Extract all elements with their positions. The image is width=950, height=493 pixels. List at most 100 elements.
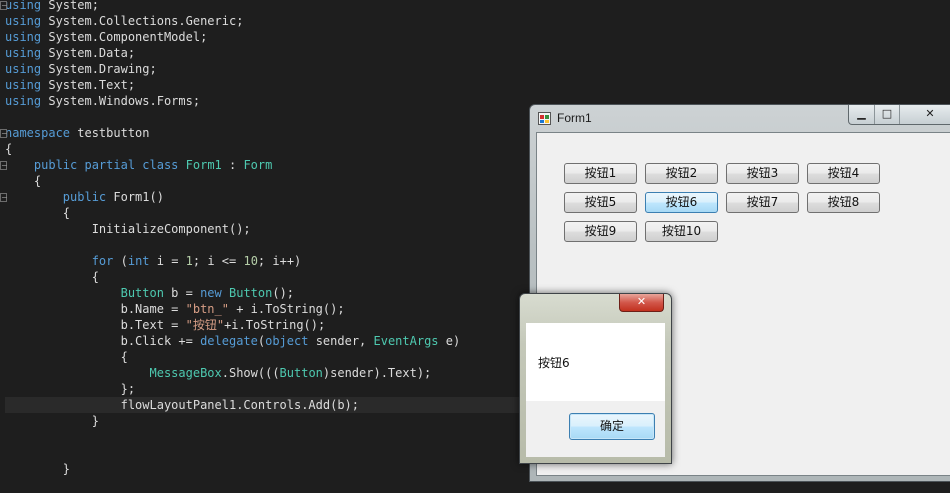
code-token: b = — [163, 286, 201, 300]
indent-guide — [5, 462, 63, 476]
dynamic-button[interactable]: 按钮8 — [807, 192, 880, 213]
code-token: { — [91, 270, 99, 284]
code-token: using — [5, 94, 42, 108]
message-box[interactable]: ✕ 按钮6 确定 — [519, 293, 672, 464]
indent-guide — [5, 270, 92, 284]
code-token: namespace — [5, 126, 71, 140]
dynamic-button[interactable]: 按钮3 — [726, 163, 799, 184]
dynamic-button[interactable]: 按钮5 — [564, 192, 637, 213]
code-token: System.Windows.Forms; — [41, 94, 201, 108]
code-line: public partial class Form1 : Form — [5, 157, 272, 173]
code-token: testbutton — [70, 126, 150, 140]
code-token: public partial class — [33, 158, 179, 172]
code-token: e) — [438, 334, 461, 348]
code-token: b.Click += — [120, 334, 201, 348]
maximize-button[interactable]: □ — [875, 105, 900, 124]
indent-guide — [5, 222, 92, 236]
code-token: using — [5, 46, 42, 60]
close-icon: ✕ — [925, 107, 935, 120]
fold-toggle-icon[interactable]: − — [0, 193, 8, 202]
indent-guide — [5, 286, 121, 300]
code-token: } — [91, 414, 99, 428]
minimize-button[interactable]: ▁ — [849, 105, 875, 124]
indent-guide — [5, 414, 92, 428]
form1-titlebar[interactable]: Form1 ▁ □ ✕ — [530, 105, 950, 133]
indent-guide — [5, 190, 63, 204]
caption-buttons: ▁ □ ✕ — [848, 105, 950, 125]
code-token: InitializeComponent(); — [91, 222, 251, 236]
code-line: namespace testbutton — [5, 125, 150, 141]
fold-toggle-icon[interactable]: − — [0, 161, 8, 170]
code-token: Form1() — [106, 190, 164, 204]
code-line: using System.Data; — [5, 45, 135, 61]
indent-guide — [5, 158, 34, 172]
message-close-button[interactable]: ✕ — [619, 294, 664, 312]
code-token: ; i++) — [257, 254, 302, 268]
code-token: MessageBox — [149, 366, 222, 380]
message-text: 按钮6 — [538, 356, 570, 370]
code-token: b.Text = — [120, 318, 186, 332]
code-line: using System.ComponentModel; — [5, 29, 207, 45]
fold-toggle-icon[interactable]: − — [0, 129, 8, 138]
code-line: using System.Windows.Forms; — [5, 93, 200, 109]
code-line: using System.Collections.Generic; — [5, 13, 243, 29]
code-line: }; — [5, 381, 135, 397]
code-token: i = — [149, 254, 186, 268]
code-line: b.Name = "btn_" + i.ToString(); — [5, 301, 345, 317]
dynamic-button[interactable]: 按钮10 — [645, 221, 718, 242]
code-token: using — [5, 30, 42, 44]
code-token: ; i <= — [192, 254, 244, 268]
indent-guide — [5, 254, 92, 268]
indent-guide — [5, 366, 150, 380]
indent-guide — [5, 350, 121, 364]
code-line: { — [5, 173, 41, 189]
code-token: { — [5, 142, 13, 156]
code-token: )sender).Text); — [322, 366, 432, 380]
code-line: Button b = new Button(); — [5, 285, 294, 301]
code-line: public Form1() — [5, 189, 164, 205]
code-token: Button — [229, 286, 273, 300]
code-token: }; — [120, 382, 136, 396]
fold-toggle-icon[interactable]: − — [0, 1, 8, 10]
code-token: Form1 — [185, 158, 222, 172]
code-token: System.Collections.Generic; — [41, 14, 244, 28]
code-token: +i.ToString(); — [224, 318, 326, 332]
minimize-icon: ▁ — [857, 107, 866, 120]
code-line: } — [5, 461, 70, 477]
dynamic-button[interactable]: 按钮4 — [807, 163, 880, 184]
code-token: System.Data; — [41, 46, 136, 60]
code-line: using System.Text; — [5, 77, 135, 93]
dynamic-button[interactable]: 按钮6 — [645, 192, 718, 213]
indent-guide — [5, 398, 121, 412]
code-token: public — [62, 190, 107, 204]
window-title: Form1 — [557, 111, 592, 125]
code-token: { — [120, 350, 128, 364]
dynamic-button[interactable]: 按钮1 — [564, 163, 637, 184]
code-token: (); — [272, 286, 295, 300]
dynamic-button[interactable]: 按钮9 — [564, 221, 637, 242]
code-token: System; — [41, 0, 99, 12]
code-token: System.Drawing; — [41, 62, 157, 76]
dynamic-button[interactable]: 按钮2 — [645, 163, 718, 184]
code-token: { — [62, 206, 71, 220]
code-line: { — [5, 269, 99, 285]
code-line: flowLayoutPanel1.Controls.Add(b); — [5, 397, 525, 413]
code-token: System.Text; — [41, 78, 136, 92]
code-token: for — [91, 254, 114, 268]
indent-guide — [5, 318, 121, 332]
message-footer: 确定 — [526, 401, 665, 457]
code-token: : — [221, 158, 244, 172]
maximize-icon: □ — [881, 107, 893, 120]
code-token: } — [62, 462, 71, 476]
code-token: using — [5, 0, 42, 12]
ok-button[interactable]: 确定 — [569, 413, 655, 440]
indent-guide — [5, 206, 63, 220]
dynamic-button[interactable]: 按钮7 — [726, 192, 799, 213]
code-line: { — [5, 205, 70, 221]
close-button[interactable]: ✕ — [900, 105, 950, 124]
indent-guide — [5, 174, 34, 188]
code-token: "btn_" — [185, 302, 229, 316]
code-token: Button — [279, 366, 323, 380]
code-token: delegate — [200, 334, 258, 348]
